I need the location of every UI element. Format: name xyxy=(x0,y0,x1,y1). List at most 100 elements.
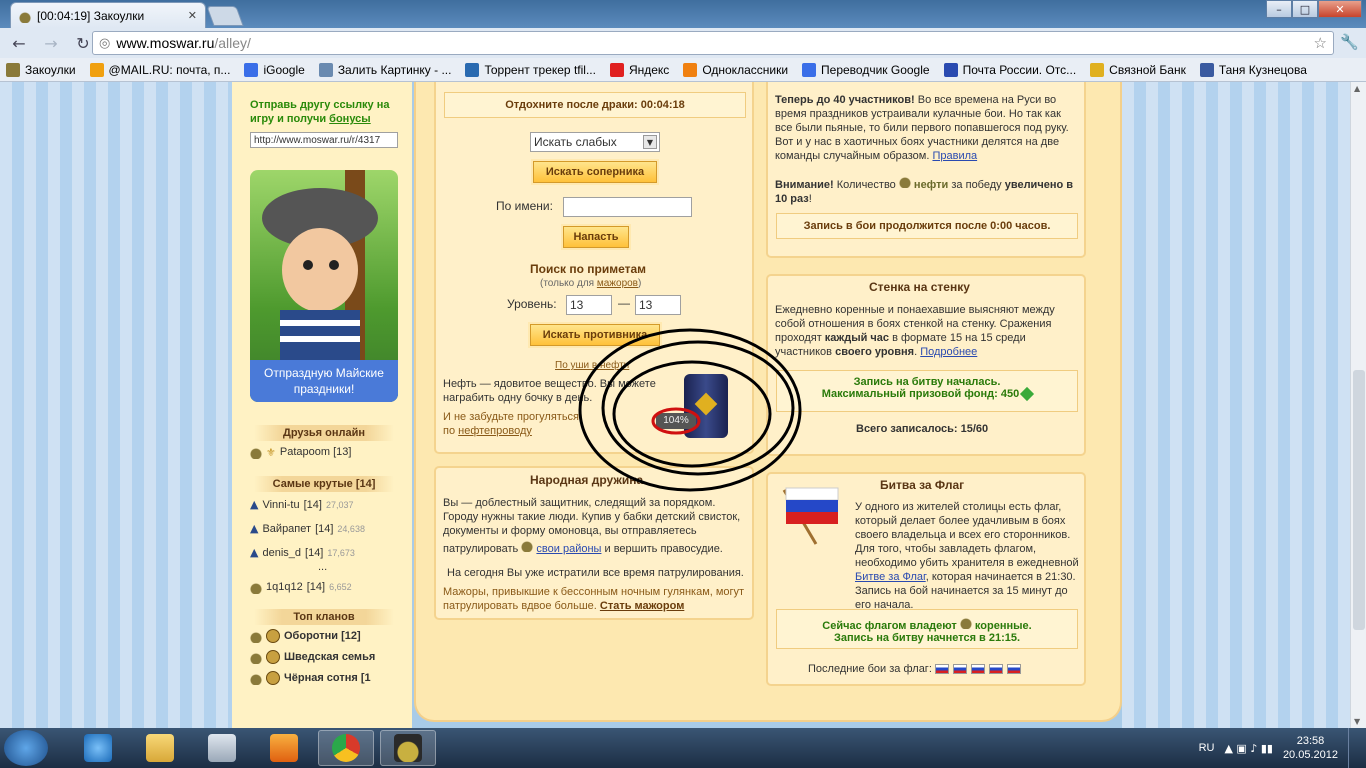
flag-fight-icon[interactable] xyxy=(988,664,1003,675)
media-taskbar-icon[interactable] xyxy=(256,730,312,766)
wrench-icon[interactable]: 🔧 xyxy=(1340,33,1359,51)
clan-row[interactable]: Шведская семья xyxy=(250,650,398,664)
districts-link[interactable]: свои районы xyxy=(536,543,601,555)
wall-more-link[interactable]: Подробнее xyxy=(920,346,977,358)
attention-text: Количество xyxy=(836,179,896,191)
decor-stripe-left2 xyxy=(120,82,232,728)
chaotic-bold: Теперь до 40 участников! xyxy=(775,94,915,106)
scrollbar-thumb[interactable] xyxy=(1353,370,1365,630)
friend-name[interactable]: Patapoom [13] xyxy=(280,446,352,458)
calculator-taskbar-icon[interactable] xyxy=(194,730,250,766)
clan-name[interactable]: Чёрная сотня [1 xyxy=(284,672,371,684)
search-mode-select[interactable]: Искать слабых ▼ xyxy=(530,132,660,152)
bookmark-favicon-icon xyxy=(609,62,624,77)
friends-online-header: Друзья онлайн xyxy=(254,425,394,441)
bookmark-item[interactable]: Почта России. Отс... xyxy=(943,62,1076,77)
browser-tab-active[interactable]: [00:04:19] Закоулки ✕ xyxy=(10,2,206,28)
bookmark-star-icon[interactable]: ☆ xyxy=(1314,34,1327,52)
player-level: [14] xyxy=(305,546,324,559)
forward-icon[interactable]: → xyxy=(40,34,62,53)
decor-stripe-right xyxy=(1122,82,1350,728)
new-tab-button[interactable] xyxy=(206,6,244,26)
show-desktop-button[interactable] xyxy=(1348,728,1358,768)
address-bar[interactable]: ◎ www.moswar.ru/alley/ ☆ xyxy=(92,31,1334,55)
rest-timer-text: Отдохните после драки: 00:04:18 xyxy=(505,99,685,111)
clan-row[interactable]: Чёрная сотня [1 xyxy=(250,671,398,685)
flag-signup: Запись на битву начнется в 21:15. xyxy=(833,632,1021,644)
oil-pipeline-pre: по xyxy=(443,425,459,437)
friend-row[interactable]: ⚜ Patapoom [13] xyxy=(250,445,351,459)
scrollbar[interactable]: ▲ ▼ xyxy=(1350,82,1366,728)
back-icon[interactable]: ← xyxy=(8,34,30,53)
gem-icon xyxy=(1020,387,1035,402)
last-flag-label: Последние бои за флаг: xyxy=(808,663,932,675)
maximize-icon[interactable]: □ xyxy=(1292,0,1318,18)
bookmark-item[interactable]: Залить Картинку - ... xyxy=(318,62,451,77)
top-player-row[interactable]: ▲ Вайрапет [14] 24,638 xyxy=(250,522,365,535)
bookmark-item[interactable]: Связной Банк xyxy=(1090,62,1186,77)
player-name[interactable]: Vinni-tu xyxy=(262,499,299,511)
wall-signup2: Максимальный призовой фонд: xyxy=(821,388,998,400)
rules-link[interactable]: Правила xyxy=(932,150,977,162)
attention-label: Внимание! xyxy=(775,179,834,191)
clan-row[interactable]: Оборотни [12] xyxy=(250,629,398,643)
flag-fight-icon[interactable] xyxy=(952,664,967,675)
flag-fight-icon[interactable] xyxy=(1006,664,1021,675)
flag-title: Битва за Флаг xyxy=(880,478,965,492)
flag-fight-icon[interactable] xyxy=(934,664,949,675)
reload-icon[interactable]: ↻ xyxy=(72,34,94,53)
top-player-row[interactable]: ▲ Vinni-tu [14] 27,037 xyxy=(250,498,353,511)
bookmark-item[interactable]: Одноклассники xyxy=(683,62,788,77)
scroll-down-icon[interactable]: ▼ xyxy=(1354,717,1360,726)
bookmark-favicon-icon xyxy=(802,62,817,77)
flag-fight-icon[interactable] xyxy=(970,664,985,675)
attack-button[interactable]: Напасть xyxy=(563,226,629,248)
bookmark-item[interactable]: Переводчик Google xyxy=(802,62,930,77)
bonus-link[interactable]: бонусы xyxy=(329,113,371,125)
dropdown-arrow-icon[interactable]: ▼ xyxy=(643,135,657,149)
system-tray: RU ▲ ▣ ♪ ▮▮ 23:58 20.05.2012 xyxy=(1199,728,1358,768)
tray-icons[interactable]: ▲ ▣ ♪ ▮▮ xyxy=(1224,742,1272,755)
minimize-icon[interactable]: – xyxy=(1266,0,1292,18)
start-button[interactable] xyxy=(4,730,48,766)
tab-close-icon[interactable]: ✕ xyxy=(188,9,197,22)
oil-icon xyxy=(959,615,972,629)
player-name[interactable]: 1q1q12 xyxy=(266,581,303,593)
oil-icon xyxy=(898,174,911,188)
majors-note-text: Мажоры, привыкшие к бессонным ночным гул… xyxy=(443,586,745,612)
oil-pipeline-link[interactable]: нефтепроводу xyxy=(458,425,532,437)
bookmark-item[interactable]: Торрент трекер tfil... xyxy=(465,62,596,77)
flag-battle-link[interactable]: Битве за Флаг xyxy=(855,571,926,583)
bookmark-item[interactable]: Закоулки xyxy=(6,62,76,77)
search-opponent-button[interactable]: Искать соперника xyxy=(533,161,657,183)
bookmark-item[interactable]: @MAIL.RU: почта, п... xyxy=(89,62,230,77)
bookmark-item[interactable]: Таня Кузнецова xyxy=(1199,62,1307,77)
bookmark-item[interactable]: iGoogle xyxy=(244,62,305,77)
faction-icon: ▲ xyxy=(250,498,259,511)
player-name[interactable]: Вайрапет xyxy=(262,523,311,535)
bookmark-favicon-icon xyxy=(1090,62,1105,77)
clock-time: 23:58 xyxy=(1296,735,1325,747)
clan-name[interactable]: Оборотни [12] xyxy=(284,630,361,642)
chaotic-signup-text: Запись в бои продолжится после 0:00 часо… xyxy=(803,220,1051,232)
bookmark-item[interactable]: Яндекс xyxy=(609,62,669,77)
player-name[interactable]: denis_d xyxy=(262,547,301,559)
language-indicator[interactable]: RU xyxy=(1199,742,1215,754)
clan-emblem-icon xyxy=(266,629,280,643)
chrome-taskbar-icon[interactable] xyxy=(318,730,374,766)
name-input[interactable] xyxy=(563,197,692,217)
explorer-taskbar-icon[interactable] xyxy=(132,730,188,766)
clan-name[interactable]: Шведская семья xyxy=(284,651,375,663)
self-row[interactable]: 1q1q12 [14] 6,652 xyxy=(250,580,352,594)
referral-link-input[interactable]: http://www.moswar.ru/r/4317 xyxy=(250,132,398,148)
promo-banner[interactable]: Отпраздную Майские праздники! xyxy=(250,170,398,402)
top-player-row[interactable]: ▲ denis_d [14] 17,673 xyxy=(250,546,355,559)
game-taskbar-icon[interactable] xyxy=(380,730,436,766)
ie-taskbar-icon[interactable] xyxy=(70,730,126,766)
scroll-up-icon[interactable]: ▲ xyxy=(1354,84,1360,93)
flag-text-main: У одного из жителей столицы есть флаг, к… xyxy=(855,501,1079,569)
become-major-link[interactable]: Стать мажором xyxy=(600,600,684,612)
clock[interactable]: 23:58 20.05.2012 xyxy=(1283,734,1338,762)
close-window-icon[interactable]: ✕ xyxy=(1318,0,1362,18)
majors-link[interactable]: мажоров xyxy=(597,278,638,289)
